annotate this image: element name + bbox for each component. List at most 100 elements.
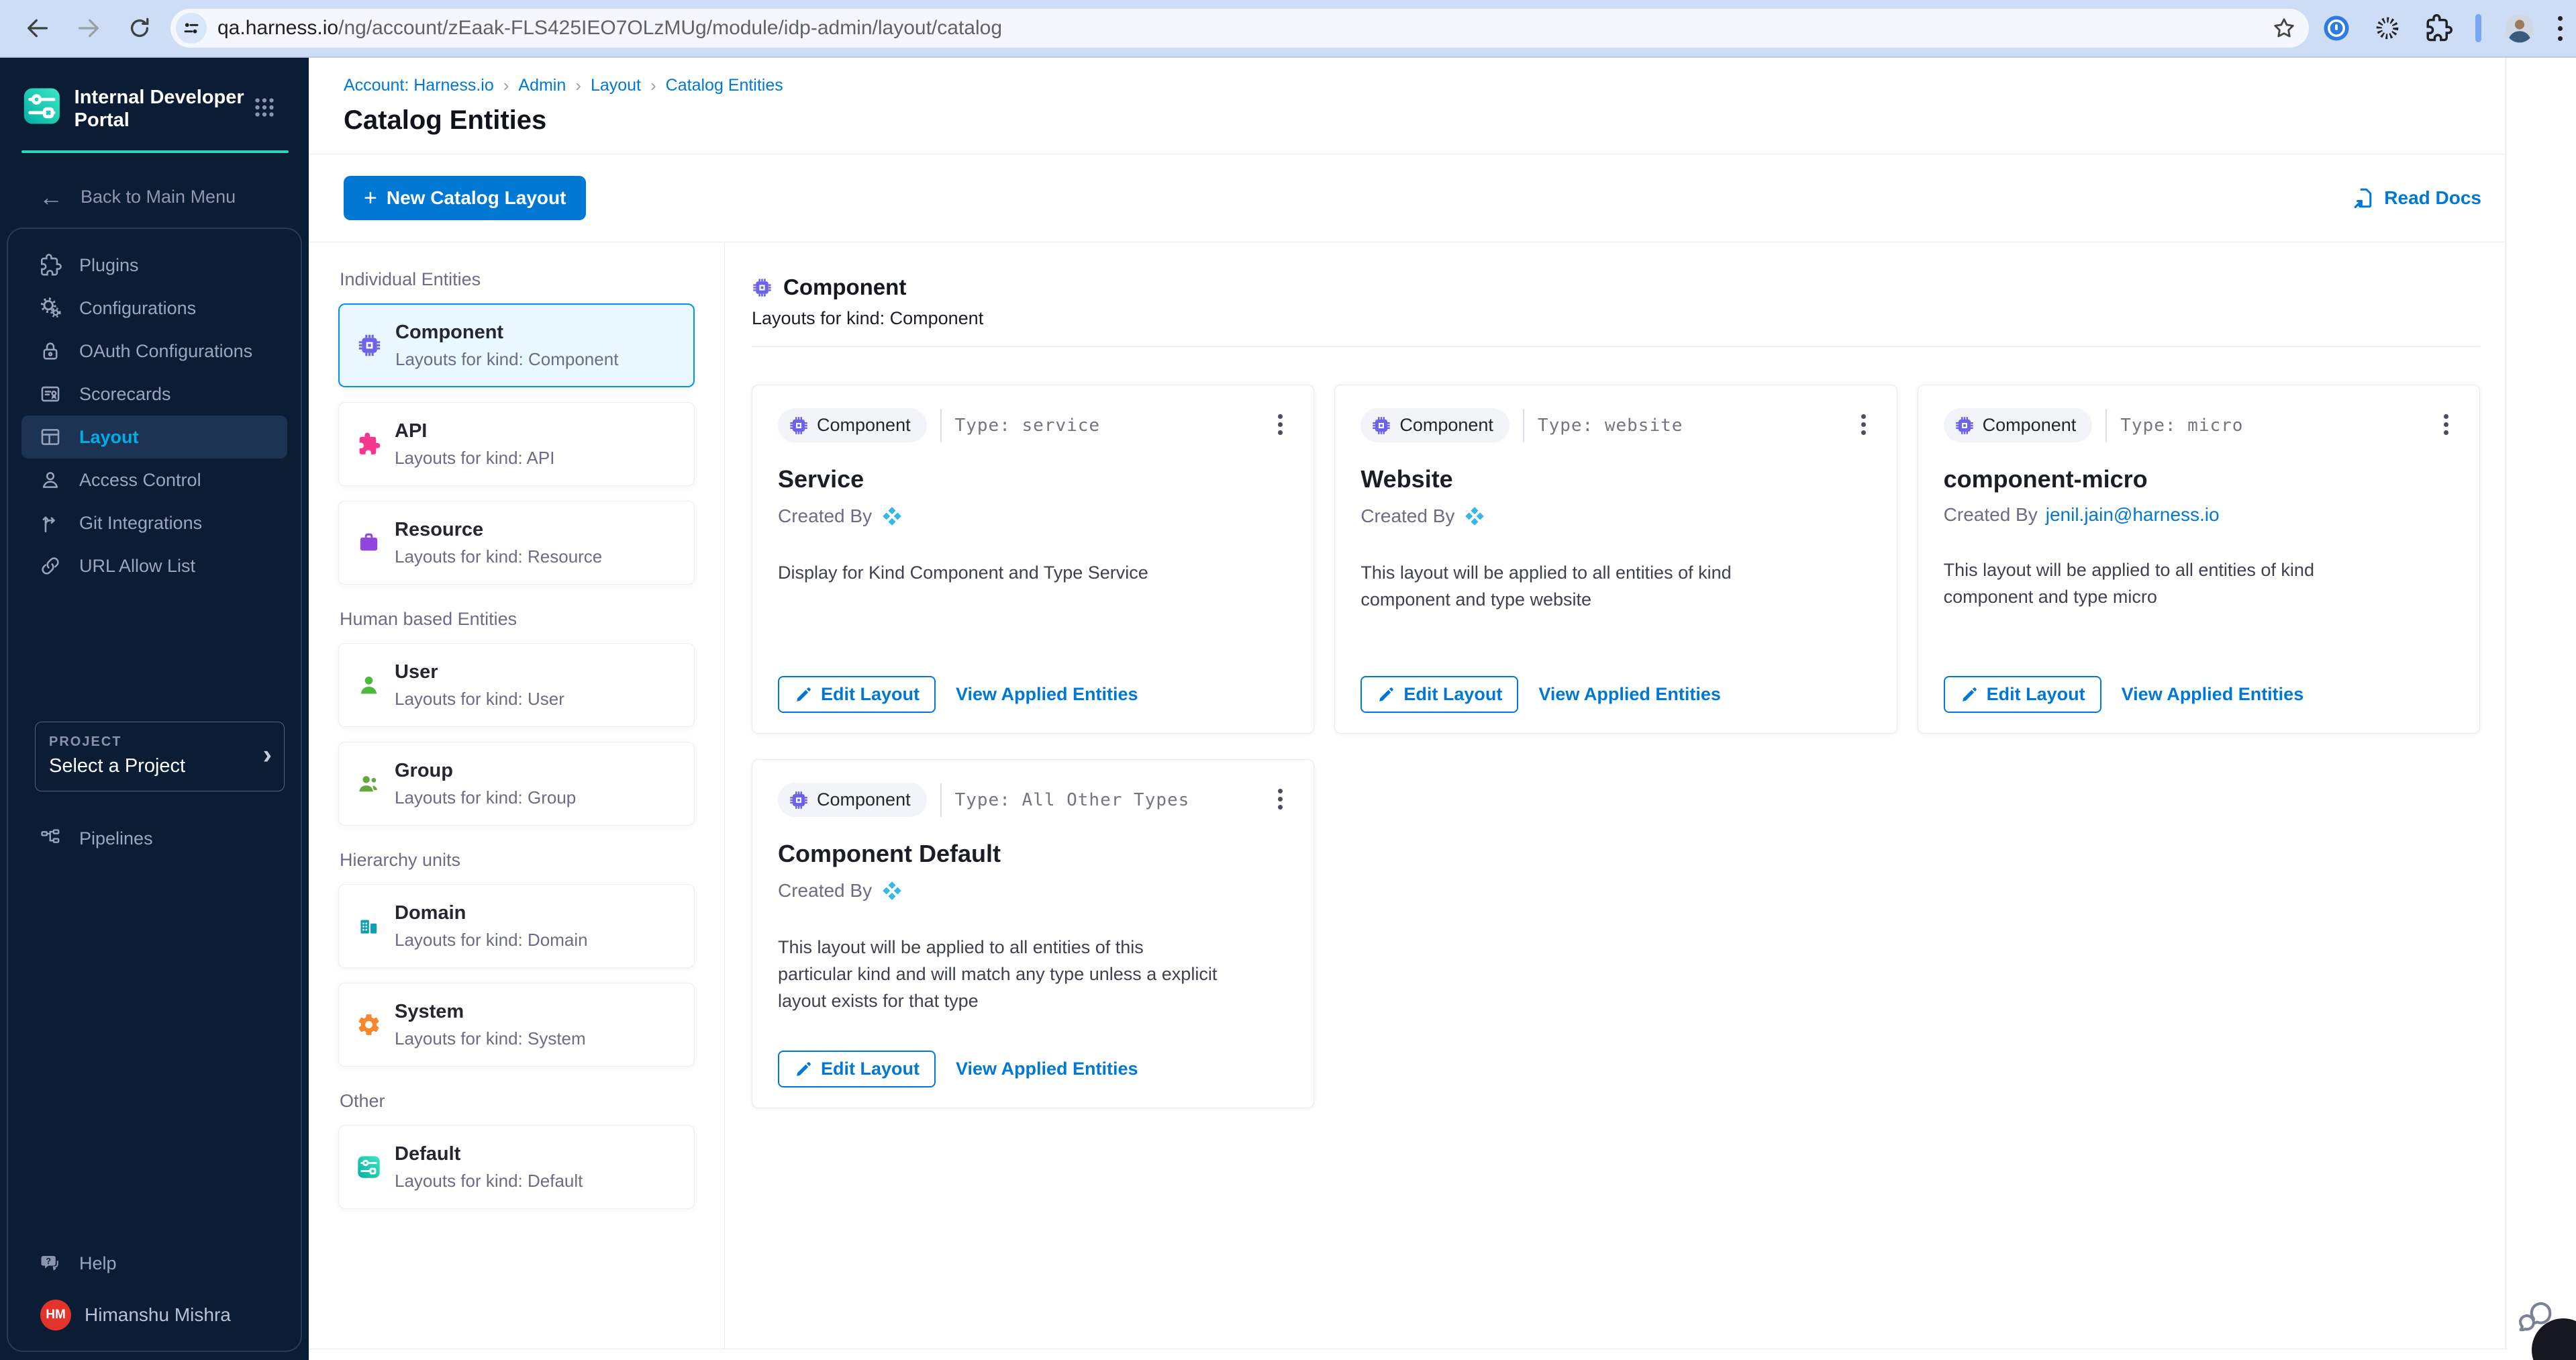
breadcrumb-account[interactable]: Account: Harness.io (344, 76, 494, 95)
edit-layout-button[interactable]: Edit Layout (1944, 676, 2101, 713)
bookmark-star-icon[interactable] (2271, 15, 2297, 41)
sidebar-item-oauth-configurations[interactable]: OAuth Configurations (21, 330, 287, 373)
card-header: Component Type: website (1360, 408, 1871, 442)
view-applied-entities-link[interactable]: View Applied Entities (956, 684, 1138, 705)
svg-text:?: ? (46, 1256, 51, 1266)
sidebar-item-url-allow-list[interactable]: URL Allow List (21, 544, 287, 587)
toolbar: + New Catalog Layout Read Docs (309, 154, 2506, 242)
entity-item-default[interactable]: DefaultLayouts for kind: Default (338, 1125, 695, 1209)
edit-layout-button[interactable]: Edit Layout (1360, 676, 1518, 713)
url-text[interactable]: qa.harness.io/ng/account/zEaak-FLS425IEO… (217, 17, 2271, 40)
badge-label: Component (817, 789, 911, 810)
gears-icon (39, 297, 62, 320)
breadcrumb-catalog-entities[interactable]: Catalog Entities (666, 76, 783, 95)
chevron-separator-icon: › (503, 75, 509, 96)
extensions-puzzle-icon[interactable] (2424, 14, 2453, 42)
user-menu[interactable]: HM Himanshu Mishra (40, 1300, 293, 1330)
chevron-separator-icon: › (575, 75, 581, 96)
back-to-main-menu[interactable]: ← Back to Main Menu (39, 187, 309, 207)
edit-layout-button[interactable]: Edit Layout (778, 676, 936, 713)
sidebar-item-label: Pipelines (79, 828, 153, 849)
view-applied-entities-link[interactable]: View Applied Entities (1538, 684, 1721, 705)
pencil-icon (794, 685, 813, 704)
sidebar-item-access-control[interactable]: Access Control (21, 458, 287, 501)
sidebar-item-git-integrations[interactable]: Git Integrations (21, 501, 287, 544)
project-label: PROJECT (49, 734, 270, 750)
new-catalog-layout-button[interactable]: + New Catalog Layout (344, 176, 586, 220)
person-icon (39, 469, 62, 491)
url-domain: qa.harness.io (217, 17, 338, 39)
sidebar-item-scorecards[interactable]: Scorecards (21, 373, 287, 416)
browser-reload-button[interactable] (126, 15, 153, 42)
site-settings-button[interactable] (176, 13, 207, 44)
harness-logo-icon (880, 879, 904, 903)
entity-item-system[interactable]: SystemLayouts for kind: System (338, 983, 695, 1067)
password-manager-extension-icon[interactable] (2322, 14, 2350, 42)
edit-layout-button[interactable]: Edit Layout (778, 1051, 936, 1087)
lock-icon (39, 340, 62, 362)
creator-email-link[interactable]: jenil.jain@harness.io (2046, 504, 2220, 526)
card-menu-button[interactable] (2438, 408, 2454, 441)
pencil-icon (794, 1060, 813, 1079)
card-menu-button[interactable] (1273, 783, 1288, 816)
profile-avatar[interactable] (2504, 13, 2535, 44)
sidebar-item-plugins[interactable]: Plugins (21, 244, 287, 287)
entity-subtitle: Layouts for kind: Group (395, 787, 576, 808)
view-applied-entities-link[interactable]: View Applied Entities (956, 1059, 1138, 1079)
harness-logo-icon (880, 504, 904, 528)
badge-label: Component (1983, 415, 2077, 436)
entity-item-api[interactable]: APILayouts for kind: API (338, 402, 695, 486)
entity-title: Resource (395, 519, 602, 541)
entity-subtitle: Layouts for kind: Component (395, 349, 618, 370)
breadcrumb-layout[interactable]: Layout (591, 76, 641, 95)
created-by-row: Created By (778, 879, 1288, 903)
api-puzzle-icon (356, 432, 381, 456)
app-switcher-grid-icon[interactable] (252, 95, 277, 119)
browser-back-button[interactable] (24, 15, 51, 42)
tune-icon (181, 18, 201, 38)
sidebar-item-help[interactable]: ? Help (21, 1242, 287, 1285)
sidebar-item-label: Help (79, 1253, 117, 1274)
divider (1523, 409, 1524, 442)
card-footer: Edit Layout View Applied Entities (778, 1051, 1288, 1087)
entity-title: System (395, 1001, 586, 1023)
browser-menu-button[interactable] (2558, 13, 2563, 44)
card-menu-button[interactable] (1856, 408, 1871, 441)
user-name: Himanshu Mishra (85, 1304, 231, 1326)
card-header: Component Type: service (778, 408, 1288, 442)
url-bar[interactable]: qa.harness.io/ng/account/zEaak-FLS425IEO… (170, 9, 2309, 48)
sidebar-item-pipelines[interactable]: Pipelines (21, 817, 287, 860)
card-header: Component Type: micro (1944, 408, 2454, 442)
entity-kind-list: Individual Entities ComponentLayouts for… (309, 242, 725, 1349)
link-icon (39, 554, 62, 577)
read-docs-link[interactable]: Read Docs (2352, 186, 2481, 210)
component-chip-icon (789, 790, 809, 810)
layouts-panel: Component Layouts for kind: Component Co… (725, 242, 2506, 1349)
sidebar-item-configurations[interactable]: Configurations (21, 287, 287, 330)
breadcrumb-admin[interactable]: Admin (518, 76, 566, 95)
layout-card-service: Component Type: service Service Created … (752, 385, 1314, 734)
project-selector[interactable]: PROJECT Select a Project › (35, 722, 285, 791)
type-label: Type: All Other Types (955, 790, 1190, 810)
entity-item-resource[interactable]: ResourceLayouts for kind: Resource (338, 501, 695, 585)
page-header: Account: Harness.io › Admin › Layout › C… (309, 58, 2506, 154)
extension-spinner-icon[interactable] (2373, 14, 2401, 42)
entity-item-domain[interactable]: DomainLayouts for kind: Domain (338, 884, 695, 968)
layout-description: This layout will be applied to all entit… (1360, 559, 1803, 613)
kind-badge: Component (778, 408, 927, 442)
divider (2106, 409, 2107, 442)
view-applied-entities-link[interactable]: View Applied Entities (2122, 684, 2304, 705)
sidebar-item-layout[interactable]: Layout (21, 416, 287, 458)
entity-item-group[interactable]: GroupLayouts for kind: Group (338, 742, 695, 826)
entity-item-user[interactable]: UserLayouts for kind: User (338, 643, 695, 727)
card-menu-button[interactable] (1273, 408, 1288, 441)
entity-title: User (395, 661, 564, 683)
edit-layout-label: Edit Layout (821, 1059, 920, 1079)
badge-label: Component (1399, 415, 1493, 436)
new-catalog-layout-label: New Catalog Layout (387, 187, 566, 209)
kind-title: Component (783, 275, 906, 300)
component-chip-icon (357, 333, 382, 358)
entity-item-component[interactable]: ComponentLayouts for kind: Component (338, 303, 695, 387)
browser-forward-button[interactable] (75, 15, 102, 42)
idp-logo-icon (21, 85, 62, 128)
